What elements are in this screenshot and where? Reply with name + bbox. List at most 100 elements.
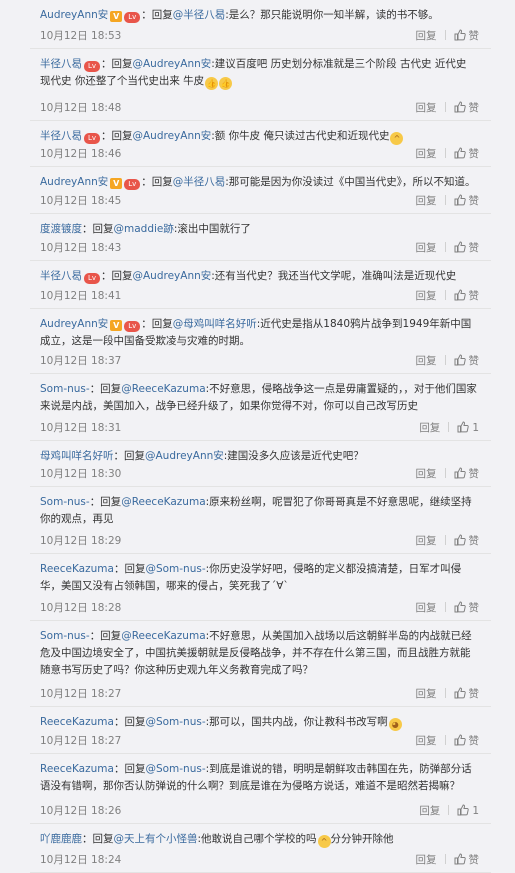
like-label: 赞 — [468, 854, 480, 866]
reply-button[interactable]: 回复 — [419, 422, 440, 434]
comment-actions: 回复 赞 — [416, 733, 479, 751]
reply-button[interactable]: 回复 — [416, 148, 437, 160]
reply-button[interactable]: 回复 — [416, 535, 437, 547]
like-button[interactable]: 赞 — [454, 194, 479, 207]
mention-link[interactable]: @maddie跡 — [114, 223, 174, 235]
reply-button[interactable]: 回复 — [416, 854, 437, 866]
like-button[interactable]: 赞 — [454, 354, 479, 367]
action-divider — [444, 290, 446, 300]
reply-button[interactable]: 回复 — [416, 355, 437, 367]
comment-meta: 10月12日 18:43 回复 赞 — [40, 240, 479, 256]
comment-username[interactable]: ReeceKazuma — [40, 563, 114, 575]
thumbs-up-icon — [454, 289, 466, 306]
mention-link[interactable]: @AudreyAnn安 — [133, 58, 212, 70]
mention-link[interactable]: @母鸡叫咩名好听 — [173, 318, 257, 330]
reply-button[interactable]: 回复 — [416, 602, 437, 614]
mention-link[interactable]: @AudreyAnn安 — [133, 130, 212, 142]
comment-item: ReeceKazuma：回复@Som-nus-:你历史没学好吧，侵略的定义都没搞… — [30, 554, 491, 621]
comment-actions: 回复 赞 — [416, 288, 479, 306]
thumbs-up-icon — [454, 601, 466, 618]
emoji-icon: 👍 — [219, 77, 233, 90]
like-label: 1 — [472, 805, 479, 817]
emoji-icon: ^ — [317, 835, 331, 848]
like-button[interactable]: 赞 — [454, 29, 480, 42]
comment-list: AudreyAnn安 V Lv ：回复@半径八曷:是么？那只能说明你一知半解，读的书不… — [0, 0, 515, 873]
mention-link[interactable]: @ReeceKazuma — [121, 496, 205, 508]
like-button[interactable]: 赞 — [454, 687, 479, 700]
mention-link[interactable]: @AudreyAnn安 — [145, 450, 224, 462]
reply-button[interactable]: 回复 — [416, 30, 437, 42]
action-divider — [444, 854, 446, 864]
comment-username[interactable]: ReeceKazuma — [40, 763, 114, 775]
comment-username[interactable]: 半径八曷 — [40, 270, 82, 282]
reply-button[interactable]: 回复 — [416, 102, 437, 114]
mention-link[interactable]: @AudreyAnn安 — [133, 270, 212, 282]
like-button[interactable]: 1 — [457, 421, 479, 434]
comment-username[interactable]: Som-nus- — [40, 630, 90, 642]
like-button[interactable]: 赞 — [454, 147, 479, 160]
like-button[interactable]: 赞 — [454, 467, 479, 480]
reply-button[interactable]: 回复 — [416, 242, 437, 254]
comment-item: AudreyAnn安 V Lv ：回复@半径八曷:是么？那只能说明你一知半解，读的书不… — [30, 0, 491, 49]
comment-username[interactable]: 度渡镀度 — [40, 223, 82, 235]
like-button[interactable]: 赞 — [454, 853, 480, 866]
comment-timestamp: 10月12日 18:48 — [40, 102, 122, 114]
comment-actions: 回复 1 — [419, 803, 479, 821]
comment-username[interactable]: Som-nus- — [40, 496, 90, 508]
reply-button[interactable]: 回复 — [416, 468, 437, 480]
thumbs-up-icon — [454, 467, 466, 484]
comment-timestamp: 10月12日 18:45 — [40, 195, 122, 207]
comment-text: 母鸡叫咩名好听：回复@AudreyAnn安:建国没多久应该是近代史吧？ — [40, 448, 479, 465]
mention-link[interactable]: @Som-nus- — [145, 563, 205, 575]
comment-actions: 回复 赞 — [416, 28, 480, 46]
like-button[interactable]: 1 — [457, 804, 479, 817]
like-button[interactable]: 赞 — [454, 289, 479, 302]
reply-button[interactable]: 回复 — [416, 195, 437, 207]
comment-username[interactable]: AudreyAnn安 — [40, 318, 108, 330]
reply-prefix: ：回复 — [89, 383, 122, 395]
comment-username[interactable]: AudreyAnn安 — [40, 176, 108, 188]
reply-button[interactable]: 回复 — [419, 805, 440, 817]
comment-username[interactable]: ReeceKazuma — [40, 716, 114, 728]
like-button[interactable]: 赞 — [454, 601, 479, 614]
mention-link[interactable]: @ReeceKazuma — [121, 630, 205, 642]
mention-link[interactable]: @天上有个小怪兽 — [114, 833, 198, 845]
level-badge-icon: Lv — [84, 273, 100, 284]
comment-timestamp: 10月12日 18:27 — [40, 688, 122, 700]
like-button[interactable]: 赞 — [454, 734, 479, 747]
like-button[interactable]: 赞 — [454, 241, 480, 254]
thumbs-up-icon — [454, 354, 466, 371]
reply-prefix: ：回复 — [89, 630, 122, 642]
comment-body: :那可能是因为你没读过《中国当代史》，所以不知道。 — [225, 176, 476, 188]
comment-item: AudreyAnn安 V Lv ：回复@半径八曷:那可能是因为你没读过《中国当代史》，… — [30, 167, 491, 214]
thumbs-up-icon — [454, 534, 466, 551]
comment-meta: 10月12日 18:53 回复 赞 — [40, 28, 479, 44]
thumbs-up-icon — [454, 147, 466, 164]
comment-text: AudreyAnn安 V Lv ：回复@半径八曷:那可能是因为你没读过《中国当代史》，… — [40, 174, 479, 191]
like-button[interactable]: 赞 — [454, 101, 479, 114]
like-label: 赞 — [468, 242, 480, 254]
like-label: 赞 — [468, 30, 480, 42]
mention-link[interactable]: @Som-nus- — [145, 763, 205, 775]
comment-text: ReeceKazuma：回复@Som-nus-:你历史没学好吧，侵略的定义都没搞… — [40, 561, 479, 595]
comment-username[interactable]: Som-nus- — [40, 383, 90, 395]
reply-button[interactable]: 回复 — [416, 735, 437, 747]
comment-username[interactable]: AudreyAnn安 — [40, 9, 108, 21]
action-divider — [448, 422, 450, 432]
comment-username[interactable]: 半径八曷 — [40, 130, 82, 142]
reply-prefix: ：回复 — [141, 318, 173, 330]
mention-link[interactable]: @Som-nus- — [145, 716, 205, 728]
comment-username[interactable]: 半径八曷 — [40, 58, 82, 70]
mention-link[interactable]: @半径八曷 — [173, 176, 226, 188]
reply-button[interactable]: 回复 — [416, 290, 437, 302]
comment-body: :那可以，国共内战，你让教科书改写啊 — [205, 716, 388, 728]
reply-button[interactable]: 回复 — [416, 688, 437, 700]
comment-timestamp: 10月12日 18:31 — [40, 422, 122, 434]
comment-meta: 10月12日 18:27 回复 赞 — [40, 686, 479, 702]
mention-link[interactable]: @ReeceKazuma — [121, 383, 205, 395]
mention-link[interactable]: @半径八曷 — [173, 9, 226, 21]
like-button[interactable]: 赞 — [454, 534, 479, 547]
comment-username[interactable]: 吖鹿鹿鹿 — [40, 833, 82, 845]
comment-username[interactable]: 母鸡叫咩名好听 — [40, 450, 114, 462]
reply-prefix: ：回复 — [141, 176, 173, 188]
